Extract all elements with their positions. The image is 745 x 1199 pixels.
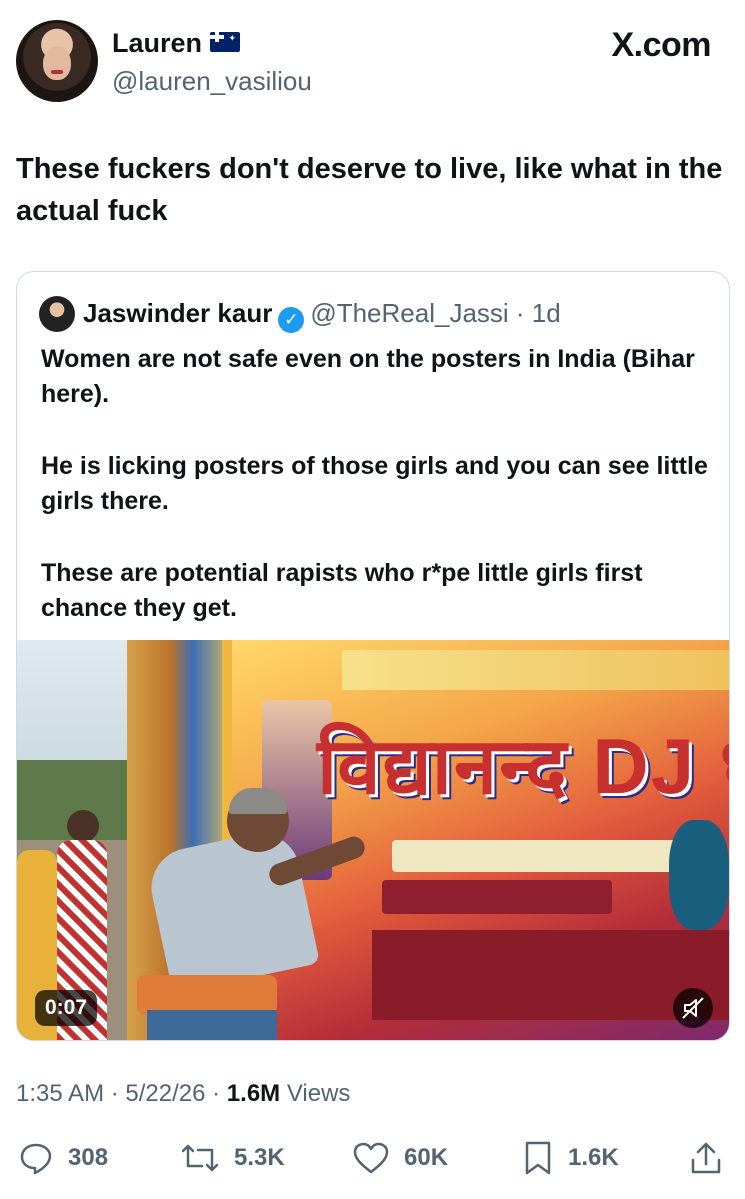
child-head — [67, 810, 99, 842]
author-handle[interactable]: @lauren_vasiliou — [112, 66, 312, 97]
reply-button[interactable]: 308 — [18, 1138, 108, 1178]
bookmark-icon — [525, 1141, 551, 1175]
avatar-lips — [51, 70, 63, 74]
avatar-face — [43, 46, 71, 80]
author-name-row[interactable]: Lauren — [112, 28, 241, 59]
like-button[interactable]: 60K — [352, 1138, 448, 1178]
repost-icon — [181, 1144, 219, 1172]
author-name[interactable]: Lauren — [112, 28, 202, 58]
quoted-paragraph: Women are not safe even on the posters i… — [41, 345, 695, 408]
quoted-author-row[interactable]: Jaswinder kaur ✓ @TheReal_Jassi · 1d — [83, 298, 561, 333]
quoted-paragraph: These are potential rapists who r*pe lit… — [41, 559, 643, 622]
share-icon — [691, 1142, 721, 1174]
video-duration: 0:07 — [35, 990, 98, 1026]
tweet-text: These fuckers don't deserve to live, lik… — [16, 153, 723, 227]
man-body — [144, 825, 320, 995]
heart-icon — [353, 1142, 389, 1174]
repost-count: 5.3K — [234, 1144, 285, 1171]
verified-badge-icon: ✓ — [278, 307, 305, 333]
banner-line — [392, 840, 692, 872]
quoted-paragraph: He is licking posters of those girls and… — [41, 452, 708, 515]
muted-speaker-icon[interactable] — [673, 988, 713, 1028]
quoted-video[interactable]: विद्यानन्द DJ धमा 0:07 — [17, 640, 729, 1040]
banner-line — [382, 880, 612, 914]
views-count: 1.6M — [226, 1080, 281, 1107]
banner-title: विद्यानन्द DJ धमा — [317, 722, 729, 810]
quoted-author-avatar[interactable] — [39, 296, 75, 332]
reply-icon — [20, 1143, 52, 1175]
video-man — [117, 788, 368, 1040]
man-legs — [147, 1010, 277, 1040]
bookmark-count: 1.6K — [568, 1144, 619, 1171]
tweet-meta: 1:35 AM · 5/22/26 · 1.6M Views — [16, 1080, 350, 1108]
action-bar: 308 5.3K 60K 1.6K — [0, 1138, 745, 1182]
man-hair — [229, 788, 287, 814]
quoted-author-name[interactable]: Jaswinder kaur — [83, 298, 272, 328]
quoted-handle-time[interactable]: @TheReal_Jassi · 1d — [310, 298, 560, 328]
tweet-time-date[interactable]: 1:35 AM · 5/22/26 · — [16, 1080, 227, 1107]
quoted-tweet-card[interactable]: Jaswinder kaur ✓ @TheReal_Jassi · 1d Women… — [16, 271, 730, 1041]
like-count: 60K — [404, 1144, 449, 1171]
repost-button[interactable]: 5.3K — [180, 1138, 285, 1178]
reply-count: 308 — [68, 1144, 109, 1171]
man-waistcloth — [137, 975, 277, 1015]
peacock-image — [669, 820, 729, 930]
quoted-tweet-body: Women are not safe even on the posters i… — [41, 342, 711, 663]
views-label: Views — [280, 1080, 351, 1107]
site-label: X.com — [611, 26, 711, 64]
australia-flag-icon — [210, 32, 241, 52]
banner-strip — [342, 650, 729, 690]
author-avatar[interactable] — [16, 20, 98, 102]
bookmark-button[interactable]: 1.6K — [522, 1138, 619, 1178]
share-button[interactable] — [688, 1138, 738, 1178]
